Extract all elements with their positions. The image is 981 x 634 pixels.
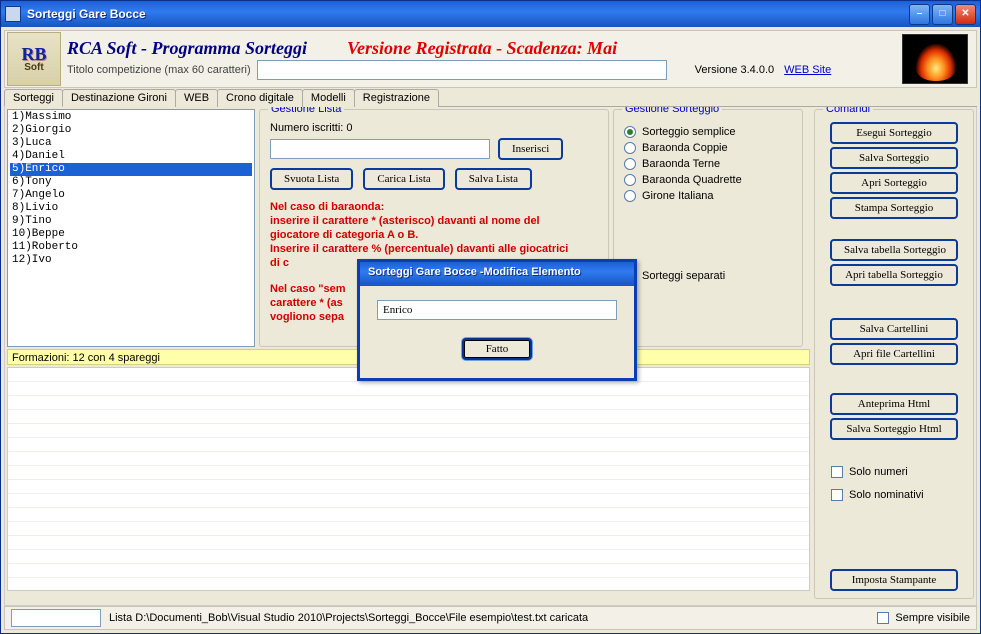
dialog-input[interactable] (377, 300, 617, 320)
list-item[interactable]: 8)Livio (10, 202, 252, 215)
svuota-lista-button[interactable]: Svuota Lista (270, 168, 353, 190)
radio-girone-italiana[interactable]: Girone Italiana (624, 190, 792, 202)
tab-sorteggi[interactable]: Sorteggi (4, 89, 63, 107)
imposta-stampante-button[interactable]: Imposta Stampante (830, 569, 958, 591)
group-title: Gestione Sorteggio (622, 107, 722, 115)
list-item[interactable]: 2)Giorgio (10, 124, 252, 137)
radio-baraonda-quadrette[interactable]: Baraonda Quadrette (624, 174, 792, 186)
list-item-selected[interactable]: 5)Enrico (10, 163, 252, 176)
flame-logo (902, 34, 968, 84)
anteprima-html-button[interactable]: Anteprima Html (830, 393, 958, 415)
competition-title-input[interactable] (257, 60, 667, 80)
list-item[interactable]: 4)Daniel (10, 150, 252, 163)
dialog-ok-button[interactable]: Fatto (462, 338, 532, 360)
edit-element-dialog: Sorteggi Gare Bocce -Modifica Elemento F… (357, 259, 637, 381)
carica-lista-button[interactable]: Carica Lista (363, 168, 444, 190)
list-item[interactable]: 1)Massimo (10, 111, 252, 124)
check-sempre-visibile[interactable]: Sempre visibile (877, 612, 970, 624)
website-link[interactable]: WEB Site (784, 64, 831, 76)
tabstrip: Sorteggi Destinazione Gironi WEB Crono d… (4, 88, 977, 107)
app-title: RCA Soft - Programma Sorteggi (67, 38, 307, 58)
list-item[interactable]: 7)Angelo (10, 189, 252, 202)
tab-modelli[interactable]: Modelli (302, 89, 355, 107)
maximize-button[interactable]: □ (932, 4, 953, 25)
registered-label: Versione Registrata - Scadenza: Mai (347, 38, 617, 58)
close-button[interactable]: ✕ (955, 4, 976, 25)
status-text: Lista D:\Documenti_Bob\Visual Studio 201… (109, 612, 877, 624)
salva-sorteggio-button[interactable]: Salva Sorteggio (830, 147, 958, 169)
list-item[interactable]: 12)Ivo (10, 254, 252, 267)
dialog-title: Sorteggi Gare Bocce -Modifica Elemento (360, 262, 634, 286)
list-item[interactable]: 9)Tino (10, 215, 252, 228)
salva-tabella-sorteggio-button[interactable]: Salva tabella Sorteggio (830, 239, 958, 261)
players-listbox[interactable]: 1)Massimo 2)Giorgio 3)Luca 4)Daniel 5)En… (7, 109, 255, 347)
results-area[interactable] (7, 367, 810, 591)
app-logo: RB Soft (7, 32, 61, 86)
esegui-sorteggio-button[interactable]: Esegui Sorteggio (830, 122, 958, 144)
apri-sorteggio-button[interactable]: Apri Sorteggio (830, 172, 958, 194)
apri-file-cartellini-button[interactable]: Apri file Cartellini (830, 343, 958, 365)
group-title: Gestione Lista (268, 107, 344, 115)
version-label: Versione 3.4.0.0 (695, 64, 775, 76)
radio-sorteggio-semplice[interactable]: Sorteggio semplice (624, 126, 792, 138)
status-input[interactable] (11, 609, 101, 627)
group-gestione-sorteggio: Gestione Sorteggio Sorteggio semplice Ba… (613, 109, 803, 347)
stampa-sorteggio-button[interactable]: Stampa Sorteggio (830, 197, 958, 219)
app-icon (5, 6, 21, 22)
minimize-button[interactable]: – (909, 4, 930, 25)
numero-iscritti-label: Numero iscritti: 0 (270, 122, 598, 134)
salva-sorteggio-html-button[interactable]: Salva Sorteggio Html (830, 418, 958, 440)
titlebar: Sorteggi Gare Bocce – □ ✕ (1, 1, 980, 27)
window-title: Sorteggi Gare Bocce (27, 7, 909, 21)
list-item[interactable]: 10)Beppe (10, 228, 252, 241)
radio-baraonda-terne[interactable]: Baraonda Terne (624, 158, 792, 170)
tab-web[interactable]: WEB (175, 89, 218, 107)
list-item[interactable]: 6)Tony (10, 176, 252, 189)
competition-title-label: Titolo competizione (max 60 caratteri) (67, 64, 251, 76)
salva-cartellini-button[interactable]: Salva Cartellini (830, 318, 958, 340)
inserisci-button[interactable]: Inserisci (498, 138, 563, 160)
group-comandi: Comandi Esegui Sorteggio Salva Sorteggio… (814, 109, 974, 599)
group-title: Comandi (823, 107, 873, 115)
tab-destinazione-gironi[interactable]: Destinazione Gironi (62, 89, 176, 107)
list-item[interactable]: 3)Luca (10, 137, 252, 150)
new-entry-input[interactable] (270, 139, 490, 159)
apri-tabella-sorteggio-button[interactable]: Apri tabella Sorteggio (830, 264, 958, 286)
statusbar: Lista D:\Documenti_Bob\Visual Studio 201… (4, 606, 977, 630)
radio-baraonda-coppie[interactable]: Baraonda Coppie (624, 142, 792, 154)
tab-crono-digitale[interactable]: Crono digitale (217, 89, 303, 107)
check-solo-numeri[interactable]: Solo numeri (831, 466, 908, 478)
salva-lista-button[interactable]: Salva Lista (455, 168, 532, 190)
check-solo-nominativi[interactable]: Solo nominativi (831, 489, 924, 501)
check-sorteggi-separati[interactable]: Sorteggi separati (624, 270, 792, 282)
list-item[interactable]: 11)Roberto (10, 241, 252, 254)
header-toolbar: RB Soft RCA Soft - Programma Sorteggi Ve… (4, 30, 977, 88)
tab-registrazione[interactable]: Registrazione (354, 89, 439, 107)
